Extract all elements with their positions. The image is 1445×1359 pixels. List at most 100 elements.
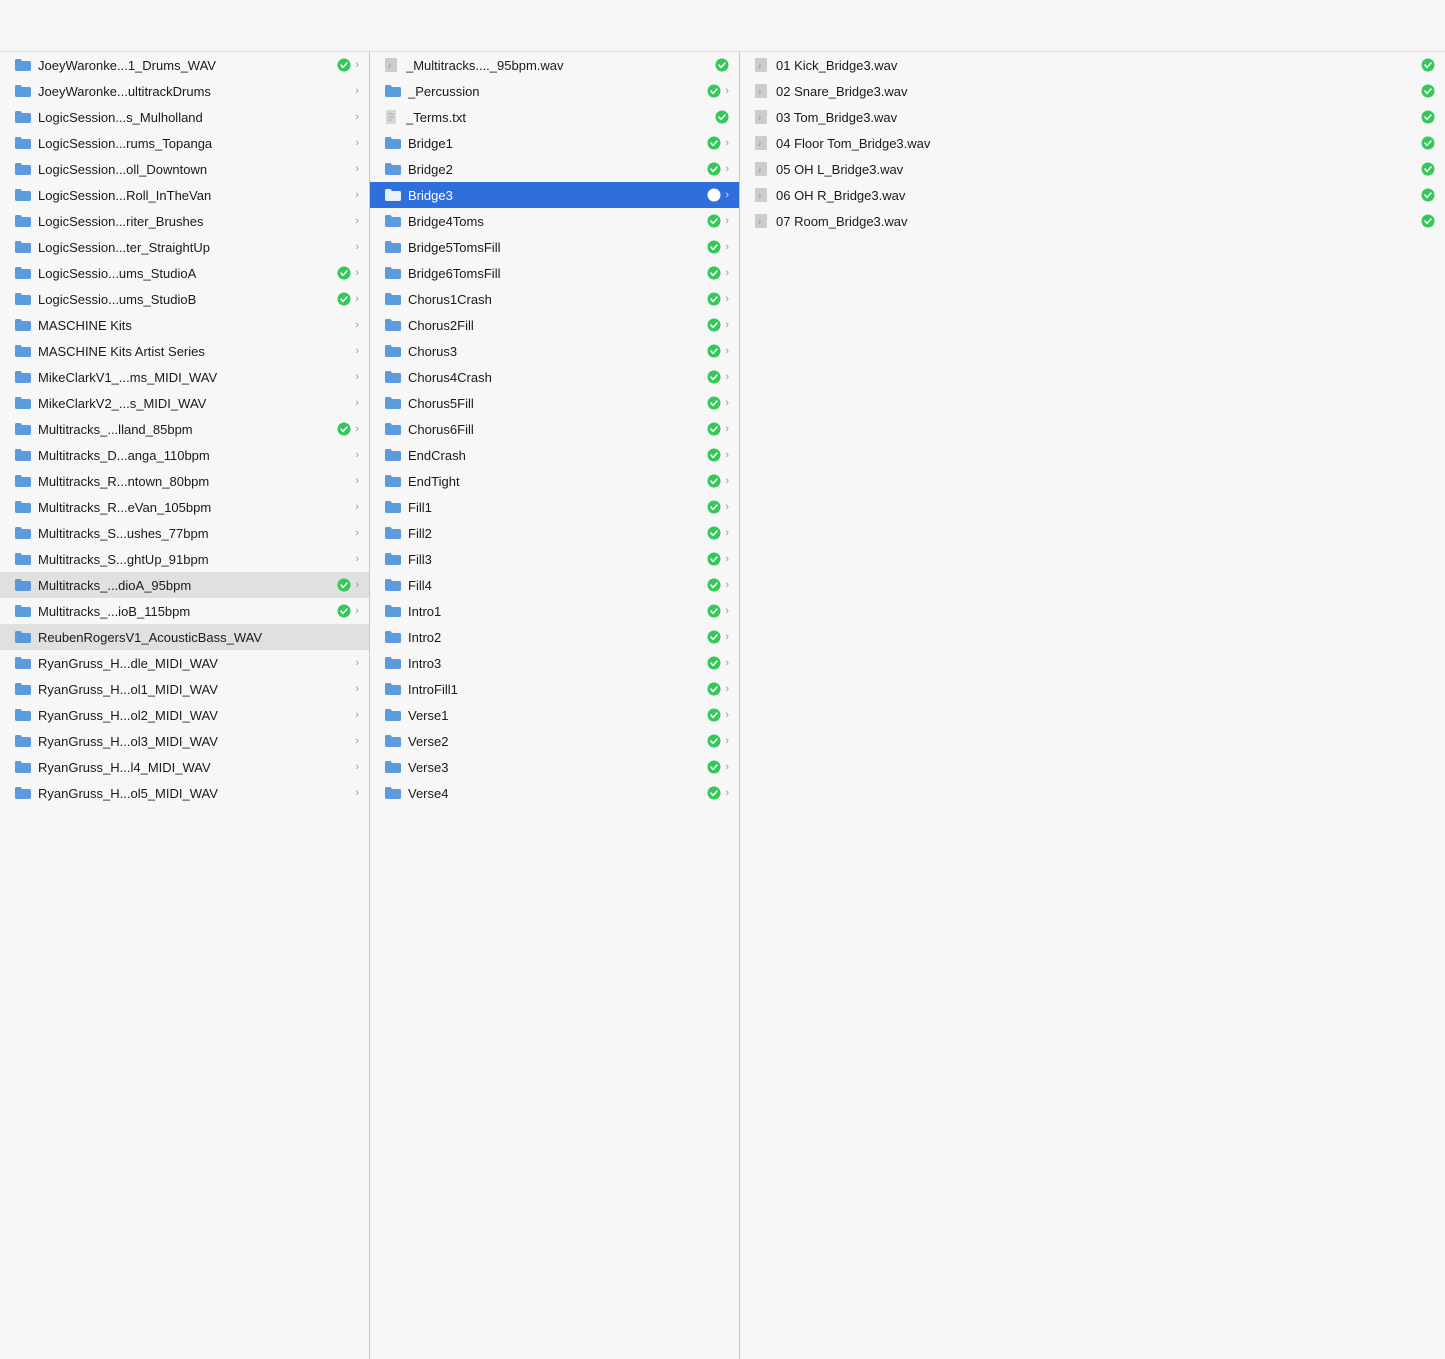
folder-icon — [14, 448, 32, 462]
chevron-right-icon: › — [355, 527, 359, 539]
list-item[interactable]: Bridge4Toms › — [370, 208, 739, 234]
chevron-right-icon: › — [725, 241, 729, 253]
status-check-icon — [1421, 214, 1435, 228]
list-item[interactable]: Intro1 › — [370, 598, 739, 624]
list-item[interactable]: LogicSession...ter_StraightUp› — [0, 234, 369, 260]
list-item[interactable]: ♪04 Floor Tom_Bridge3.wav — [740, 130, 1445, 156]
list-item[interactable]: Multitracks_...ioB_115bpm › — [0, 598, 369, 624]
list-item[interactable]: Multitracks_S...ushes_77bpm › — [0, 520, 369, 546]
list-item[interactable]: Multitracks_D...anga_110bpm› — [0, 442, 369, 468]
item-label: _Percussion — [408, 84, 703, 99]
list-item[interactable]: MikeClarkV1_...ms_MIDI_WAV› — [0, 364, 369, 390]
chevron-right-icon: › — [725, 631, 729, 643]
list-item[interactable]: Multitracks_S...ghtUp_91bpm› — [0, 546, 369, 572]
list-item[interactable]: Bridge1 › — [370, 130, 739, 156]
folder-icon — [384, 240, 402, 254]
list-item[interactable]: LogicSession...oll_Downtown› — [0, 156, 369, 182]
status-check-icon — [1421, 84, 1435, 98]
status-check-icon — [707, 84, 721, 98]
list-item[interactable]: MASCHINE Kits› — [0, 312, 369, 338]
list-item[interactable]: MikeClarkV2_...s_MIDI_WAV› — [0, 390, 369, 416]
list-item[interactable]: LogicSession...s_Mulholland› — [0, 104, 369, 130]
status-check-icon — [1421, 188, 1435, 202]
list-item[interactable]: Multitracks_R...eVan_105bpm› — [0, 494, 369, 520]
folder-icon — [14, 266, 32, 280]
status-check-icon — [715, 58, 729, 72]
folder-icon — [14, 240, 32, 254]
list-item[interactable]: Multitracks_...dioA_95bpm › — [0, 572, 369, 598]
list-item[interactable]: MASCHINE Kits Artist Series› — [0, 338, 369, 364]
list-item[interactable]: Bridge5TomsFill › — [370, 234, 739, 260]
list-item[interactable]: ♪_Multitracks...._95bpm.wav — [370, 52, 739, 78]
list-item[interactable]: RyanGruss_H...l4_MIDI_WAV› — [0, 754, 369, 780]
item-label: Multitracks_S...ushes_77bpm — [38, 526, 351, 541]
chevron-right-icon: › — [725, 657, 729, 669]
list-item[interactable]: ♪03 Tom_Bridge3.wav — [740, 104, 1445, 130]
list-item[interactable]: EndCrash › — [370, 442, 739, 468]
list-item[interactable]: Chorus4Crash › — [370, 364, 739, 390]
chevron-right-icon: › — [355, 241, 359, 253]
list-item[interactable]: Chorus1Crash › — [370, 286, 739, 312]
list-item[interactable]: Verse3 › — [370, 754, 739, 780]
list-item[interactable]: Bridge2 › — [370, 156, 739, 182]
status-check-icon — [707, 760, 721, 774]
group-by-button[interactable] — [1405, 22, 1421, 30]
folder-icon — [384, 396, 402, 410]
list-item[interactable]: Verse1 › — [370, 702, 739, 728]
list-item[interactable]: LogicSessio...ums_StudioB › — [0, 286, 369, 312]
status-check-icon — [707, 630, 721, 644]
list-item[interactable]: RyanGruss_H...ol2_MIDI_WAV› — [0, 702, 369, 728]
list-item[interactable]: LogicSession...Roll_InTheVan› — [0, 182, 369, 208]
list-item[interactable]: IntroFill1 › — [370, 676, 739, 702]
list-item[interactable]: RyanGruss_H...ol1_MIDI_WAV› — [0, 676, 369, 702]
item-label: LogicSession...Roll_InTheVan — [38, 188, 351, 203]
item-label: Fill1 — [408, 500, 703, 515]
list-item[interactable]: Chorus3 › — [370, 338, 739, 364]
item-label: Multitracks_R...eVan_105bpm — [38, 500, 351, 515]
list-item[interactable]: Chorus6Fill › — [370, 416, 739, 442]
list-item[interactable]: Chorus5Fill › — [370, 390, 739, 416]
folder-icon — [14, 422, 32, 436]
list-item[interactable]: Intro2 › — [370, 624, 739, 650]
list-item[interactable]: RyanGruss_H...dle_MIDI_WAV› — [0, 650, 369, 676]
list-item[interactable]: Fill3 › — [370, 546, 739, 572]
item-label: LogicSession...s_Mulholland — [38, 110, 351, 125]
list-item[interactable]: Intro3 › — [370, 650, 739, 676]
list-item[interactable]: Bridge3 › — [370, 182, 739, 208]
list-item[interactable]: LogicSession...riter_Brushes› — [0, 208, 369, 234]
item-label: Bridge3 — [408, 188, 703, 203]
list-item[interactable]: ReubenRogersV1_AcousticBass_WAV — [0, 624, 369, 650]
folder-icon — [384, 552, 402, 566]
list-item[interactable]: ♪06 OH R_Bridge3.wav — [740, 182, 1445, 208]
list-item[interactable]: Fill1 › — [370, 494, 739, 520]
list-item[interactable]: RyanGruss_H...ol3_MIDI_WAV› — [0, 728, 369, 754]
chevron-right-icon: › — [355, 293, 359, 305]
list-item[interactable]: JoeyWaronke...ultitrackDrums› — [0, 78, 369, 104]
list-item[interactable]: Multitracks_...lland_85bpm › — [0, 416, 369, 442]
list-item[interactable]: ♪01 Kick_Bridge3.wav — [740, 52, 1445, 78]
list-item[interactable]: LogicSession...rums_Topanga› — [0, 130, 369, 156]
list-item[interactable]: Bridge6TomsFill › — [370, 260, 739, 286]
list-item[interactable]: JoeyWaronke...1_Drums_WAV › — [0, 52, 369, 78]
list-item[interactable]: EndTight › — [370, 468, 739, 494]
list-item[interactable]: Verse4 › — [370, 780, 739, 806]
list-item[interactable]: Multitracks_R...ntown_80bpm› — [0, 468, 369, 494]
chevron-right-icon: › — [725, 371, 729, 383]
list-item[interactable]: Verse2 › — [370, 728, 739, 754]
list-item[interactable]: Fill2 › — [370, 520, 739, 546]
list-item[interactable]: ♪07 Room_Bridge3.wav — [740, 208, 1445, 234]
music-file-icon: ♪ — [754, 109, 770, 125]
list-item[interactable]: ♪02 Snare_Bridge3.wav — [740, 78, 1445, 104]
list-item[interactable]: RyanGruss_H...ol5_MIDI_WAV› — [0, 780, 369, 806]
list-item[interactable]: Chorus2Fill › — [370, 312, 739, 338]
chevron-right-icon: › — [355, 475, 359, 487]
list-item[interactable]: Fill4 › — [370, 572, 739, 598]
item-label: Fill2 — [408, 526, 703, 541]
list-item[interactable]: _Terms.txt — [370, 104, 739, 130]
list-item[interactable]: _Percussion › — [370, 78, 739, 104]
list-item[interactable]: LogicSessio...ums_StudioA › — [0, 260, 369, 286]
status-check-icon — [1421, 162, 1435, 176]
item-label: ReubenRogersV1_AcousticBass_WAV — [38, 630, 359, 645]
list-item[interactable]: ♪05 OH L_Bridge3.wav — [740, 156, 1445, 182]
view-button[interactable] — [1357, 22, 1373, 30]
